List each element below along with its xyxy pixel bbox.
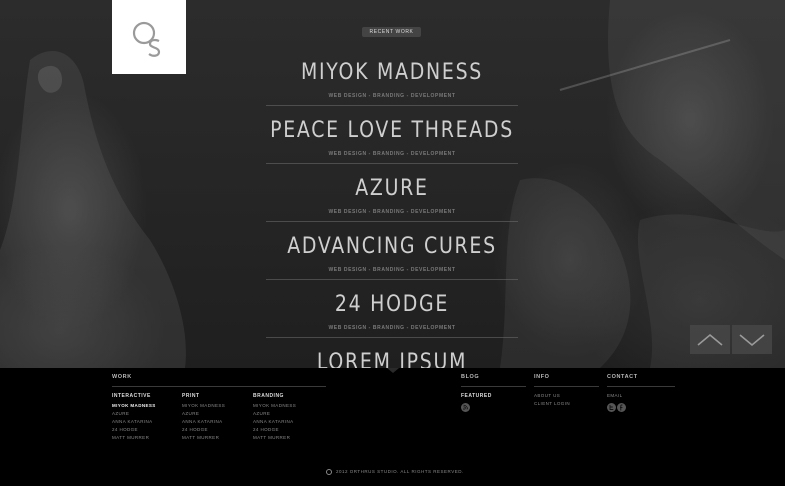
work-item-title[interactable]: PEACE LOVE THREADS xyxy=(249,118,535,143)
rss-button[interactable] xyxy=(461,403,470,412)
work-item-tags: WEB DESIGN - BRANDING - DEVELOPMENT xyxy=(328,209,456,215)
footer-interactive-heading: INTERACTIVE xyxy=(112,393,151,399)
caret-down-icon xyxy=(387,368,399,373)
footer-contact-heading: CONTACT xyxy=(607,374,638,380)
site-footer: WORK INTERACTIVE MIYOK MADNESS AZURE ANN… xyxy=(0,368,785,486)
work-item-tags: WEB DESIGN - BRANDING - DEVELOPMENT xyxy=(328,325,456,331)
work-item[interactable]: MIYOK MADNESS WEB DESIGN - BRANDING - DE… xyxy=(266,58,518,116)
work-item[interactable]: AZURE WEB DESIGN - BRANDING - DEVELOPMEN… xyxy=(266,174,518,232)
scroll-up-button[interactable] xyxy=(690,325,730,354)
work-item[interactable]: LOREM IPSUM xyxy=(266,348,518,368)
footer-link[interactable]: ANNA KATARINA xyxy=(253,418,294,426)
work-item-tags: WEB DESIGN - BRANDING - DEVELOPMENT xyxy=(328,151,456,157)
divider xyxy=(266,221,518,222)
footer-link[interactable]: MIYOK MADNESS xyxy=(112,402,156,410)
divider xyxy=(266,163,518,164)
twitter-button[interactable] xyxy=(607,403,616,412)
recent-work-badge: RECENT WORK xyxy=(362,27,421,37)
work-item-title[interactable]: MIYOK MADNESS xyxy=(249,60,535,85)
footer-link[interactable]: MATT MURRER xyxy=(182,434,219,442)
work-item-tags: WEB DESIGN - BRANDING - DEVELOPMENT xyxy=(328,93,456,99)
footer-link[interactable]: ABOUT US xyxy=(534,392,560,400)
divider xyxy=(461,386,526,387)
studio-logo[interactable] xyxy=(112,0,186,74)
footer-work-heading: WORK xyxy=(112,374,132,380)
work-item[interactable]: ADVANCING CURES WEB DESIGN - BRANDING - … xyxy=(266,232,518,290)
footer-link[interactable]: 24 HODGE xyxy=(182,426,208,434)
divider xyxy=(112,386,326,387)
footer-blog-heading: BLOG xyxy=(461,374,480,380)
work-item[interactable]: PEACE LOVE THREADS WEB DESIGN - BRANDING… xyxy=(266,116,518,174)
rss-icon xyxy=(463,404,469,410)
facebook-button[interactable] xyxy=(617,403,626,412)
scroll-down-button[interactable] xyxy=(732,325,772,354)
work-item[interactable]: 24 HODGE WEB DESIGN - BRANDING - DEVELOP… xyxy=(266,290,518,348)
footer-link[interactable]: MATT MURRER xyxy=(253,434,290,442)
footer-link[interactable]: CLIENT LOGIN xyxy=(534,400,570,408)
divider xyxy=(266,337,518,338)
chevron-up-icon xyxy=(697,333,723,346)
footer-link[interactable]: ANNA KATARINA xyxy=(182,418,223,426)
facebook-icon xyxy=(620,404,623,411)
divider xyxy=(534,386,599,387)
work-item-title[interactable]: AZURE xyxy=(249,176,535,201)
footer-link[interactable]: MIYOK MADNESS xyxy=(253,402,296,410)
os-monogram-logo xyxy=(132,21,161,57)
slider-nav xyxy=(690,325,772,354)
copyright-logo-icon xyxy=(326,469,332,475)
footer-link[interactable]: AZURE xyxy=(253,410,270,418)
footer-link[interactable]: AZURE xyxy=(182,410,199,418)
work-item-title[interactable]: LOREM IPSUM xyxy=(249,350,535,368)
copyright: 2012 ORTHRUS STUDIO. ALL RIGHTS RESERVED… xyxy=(326,469,464,475)
footer-link[interactable]: MATT MURRER xyxy=(112,434,149,442)
work-item-title[interactable]: ADVANCING CURES xyxy=(249,234,535,259)
footer-link[interactable]: AZURE xyxy=(112,410,129,418)
footer-link[interactable]: ANNA KATARINA xyxy=(112,418,153,426)
copyright-text: 2012 ORTHRUS STUDIO. ALL RIGHTS RESERVED… xyxy=(336,469,464,475)
footer-link[interactable]: EMAIL xyxy=(607,392,623,400)
footer-link[interactable]: 24 HODGE xyxy=(253,426,279,434)
work-item-tags: WEB DESIGN - BRANDING - DEVELOPMENT xyxy=(328,267,456,273)
divider xyxy=(607,386,675,387)
divider xyxy=(266,105,518,106)
footer-featured-label: FEATURED xyxy=(461,393,492,399)
footer-link[interactable]: MIYOK MADNESS xyxy=(182,402,225,410)
twitter-icon xyxy=(609,405,614,410)
footer-print-heading: PRINT xyxy=(182,393,200,399)
work-item-title[interactable]: 24 HODGE xyxy=(249,292,535,317)
chevron-down-icon xyxy=(739,334,765,347)
footer-info-heading: INFO xyxy=(534,374,550,380)
divider xyxy=(266,279,518,280)
footer-branding-heading: BRANDING xyxy=(253,393,284,399)
footer-link[interactable]: 24 HODGE xyxy=(112,426,138,434)
